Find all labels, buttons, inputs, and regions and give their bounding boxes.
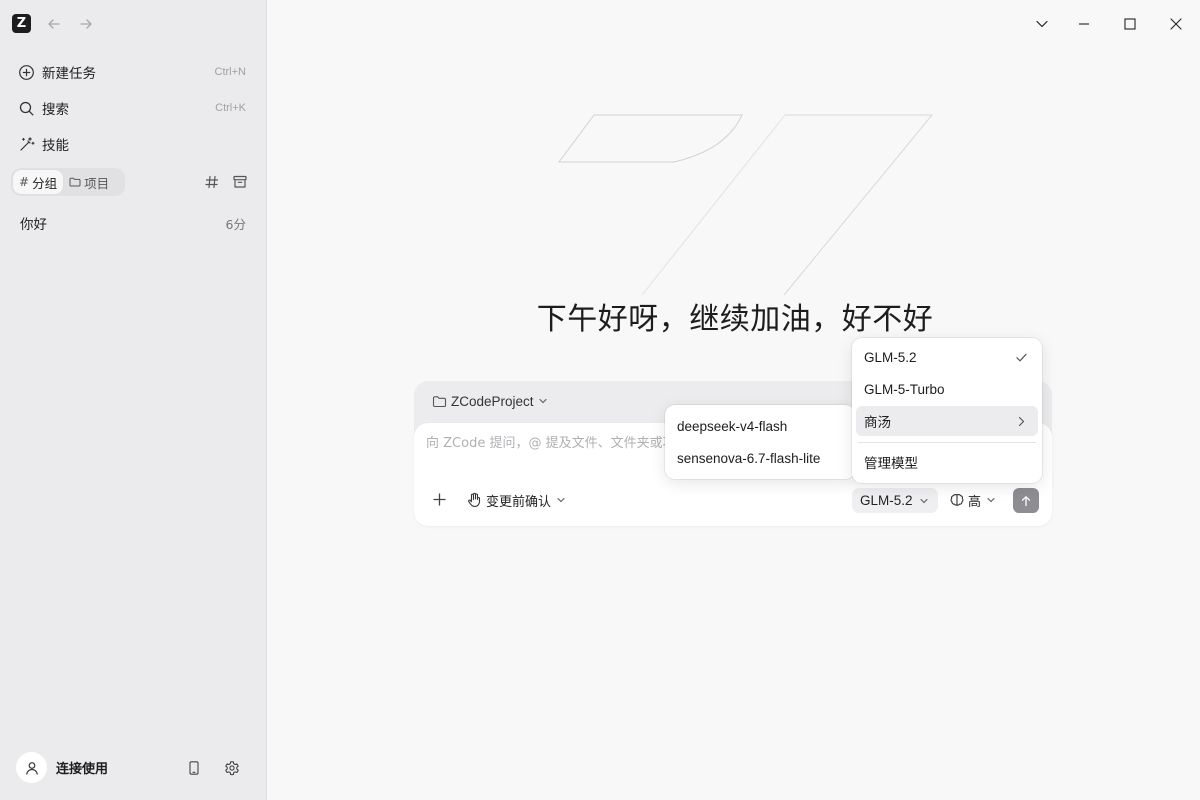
chevron-down-icon (538, 396, 548, 406)
model-selector[interactable]: GLM-5.2 (852, 488, 938, 513)
task-time: 6分 (225, 216, 246, 232)
model-dropdown-menu: GLM-5.2 GLM-5-Turbo 商汤 管理模型 (852, 338, 1042, 483)
menu-divider (858, 442, 1036, 443)
phone-icon[interactable] (186, 760, 202, 776)
tab-projects-label: 项目 (84, 175, 110, 191)
user-account[interactable]: 连接使用 (16, 752, 108, 783)
confirm-mode-selector[interactable]: 变更前确认 (466, 489, 566, 511)
chevron-down-icon (919, 496, 929, 506)
shortcut-hint: Ctrl+N (214, 66, 246, 78)
menu-item-label: sensenova-6.7-flash-lite (677, 450, 821, 466)
project-selector[interactable]: ZCodeProject (432, 390, 548, 412)
view-toggle: # 分组 项目 (11, 168, 125, 196)
task-title: 你好 (20, 217, 47, 233)
menu-item-glm-5-turbo[interactable]: GLM-5-Turbo (856, 374, 1038, 404)
greeting-heading: 下午好呀，继续加油，好不好 (536, 302, 934, 337)
arrow-up-icon (1020, 495, 1032, 507)
folder-icon (69, 176, 81, 188)
hand-icon (466, 492, 482, 508)
sidebar-item-skills[interactable]: 技能 (8, 128, 258, 160)
menu-item-glm-5-2[interactable]: GLM-5.2 (856, 342, 1038, 372)
search-icon (18, 100, 35, 117)
effort-selector[interactable]: 高 (949, 489, 996, 511)
chevron-down-icon (556, 495, 566, 505)
sidebar-item-search[interactable]: 搜索 Ctrl+K (8, 92, 258, 124)
user-icon (16, 752, 47, 783)
plus-circle-icon (18, 64, 35, 81)
chevron-down-icon[interactable] (1034, 16, 1050, 32)
sidebar: Z 新建任务 Ctrl+N 搜索 Ctrl+K 技能 # 分组 项目 你好 6分… (0, 0, 266, 800)
send-button[interactable] (1013, 488, 1039, 513)
menu-item-manage-models[interactable]: 管理模型 (856, 447, 1038, 477)
magic-wand-icon (18, 136, 35, 153)
attach-plus-icon[interactable] (431, 491, 448, 508)
user-label: 连接使用 (56, 762, 109, 777)
list-item[interactable]: 你好 6分 (8, 207, 258, 239)
effort-label: 高 (968, 494, 982, 510)
check-icon (1015, 351, 1028, 364)
menu-item-sensetime[interactable]: 商汤 (856, 406, 1038, 436)
menu-item-label: deepseek-v4-flash (677, 418, 788, 434)
sidebar-item-label: 技能 (42, 138, 69, 154)
minimize-icon[interactable] (1076, 16, 1092, 32)
chevron-down-icon (986, 495, 996, 505)
menu-item-label: 商汤 (864, 415, 891, 430)
menu-item-label: GLM-5.2 (864, 349, 917, 365)
tab-groups-label: 分组 (32, 175, 58, 191)
back-arrow-icon[interactable] (46, 16, 62, 32)
shortcut-hint: Ctrl+K (215, 102, 246, 114)
brain-icon (949, 492, 965, 508)
tab-projects[interactable]: 项目 (63, 170, 115, 194)
close-icon[interactable] (1168, 16, 1184, 32)
provider-submenu: deepseek-v4-flash sensenova-6.7-flash-li… (665, 405, 855, 479)
menu-item-label: GLM-5-Turbo (864, 381, 945, 397)
menu-item-label: 管理模型 (864, 456, 918, 471)
sidebar-item-new-task[interactable]: 新建任务 Ctrl+N (8, 56, 258, 88)
confirm-mode-label: 变更前确认 (486, 494, 552, 510)
gear-icon[interactable] (224, 760, 240, 776)
sidebar-item-label: 搜索 (42, 102, 69, 118)
maximize-icon[interactable] (1122, 16, 1138, 32)
logo-watermark-icon (558, 114, 934, 296)
menu-item-sensenova[interactable]: sensenova-6.7-flash-lite (669, 443, 851, 473)
folder-icon (432, 394, 447, 409)
tab-groups[interactable]: # 分组 (13, 170, 64, 194)
project-name: ZCodeProject (451, 393, 534, 409)
hash-icon: # (19, 175, 30, 189)
forward-arrow-icon[interactable] (78, 16, 94, 32)
archive-icon[interactable] (232, 174, 248, 190)
menu-item-deepseek[interactable]: deepseek-v4-flash (669, 411, 851, 441)
app-logo[interactable]: Z (12, 14, 31, 33)
sidebar-item-label: 新建任务 (42, 66, 96, 82)
prompt-input[interactable] (426, 433, 666, 453)
model-label: GLM-5.2 (860, 493, 913, 508)
chevron-right-icon (1015, 415, 1028, 428)
hash-filter-icon[interactable] (204, 174, 220, 190)
